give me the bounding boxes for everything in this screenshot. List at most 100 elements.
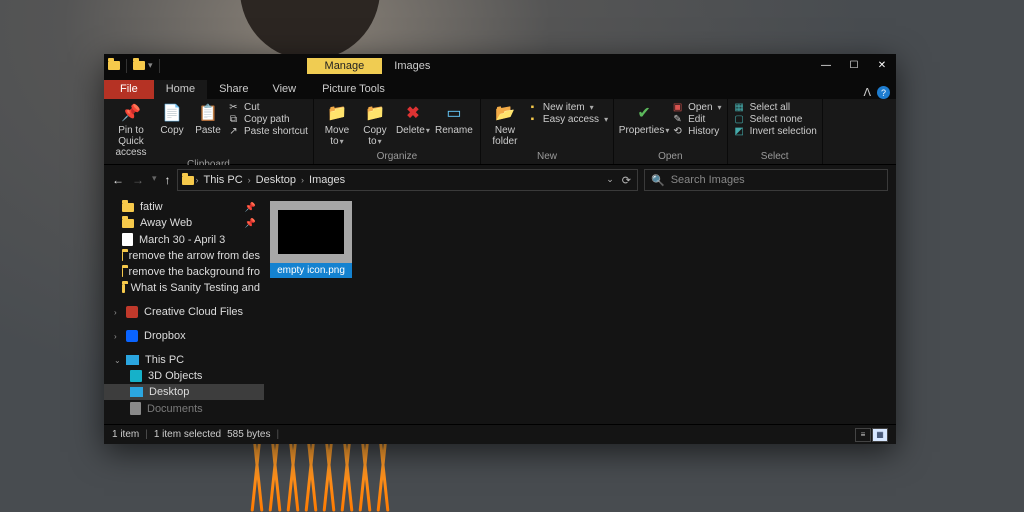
group-label: Select [733, 150, 817, 163]
document-icon [122, 233, 133, 246]
ribbon-group-clipboard: 📌Pin to Quick access 📄Copy 📋Paste ✂Cut ⧉… [104, 99, 314, 164]
ribbon-group-select: ▦Select all ▢Select none ◩Invert selecti… [728, 99, 823, 164]
tab-file[interactable]: File [104, 80, 154, 99]
paste-shortcut-button[interactable]: ↗Paste shortcut [227, 126, 308, 137]
navigation-pane[interactable]: fatiw📌 Away Web📌 March 30 - April 3 remo… [104, 195, 264, 424]
ribbon-group-new: 📂New folder ▪New item▾ ▪Easy access▾ New [481, 99, 614, 164]
document-icon [130, 402, 141, 415]
edit-button[interactable]: ✎Edit [671, 114, 721, 125]
explorer-window: ▾ Manage Images ― ☐ ✕ File Home Share Vi… [104, 54, 896, 444]
status-selected: 1 item selected [154, 429, 221, 440]
context-tab-label: Manage [307, 58, 383, 74]
desktop-icon [130, 387, 143, 397]
group-label: Open [619, 150, 721, 163]
explorer-body: fatiw📌 Away Web📌 March 30 - April 3 remo… [104, 195, 896, 424]
new-item-button[interactable]: ▪New item▾ [526, 102, 608, 113]
close-button[interactable]: ✕ [868, 54, 896, 77]
sidebar-item[interactable]: remove the background fro [104, 264, 264, 280]
tab-view[interactable]: View [260, 80, 308, 99]
window-icon [108, 61, 120, 70]
sidebar-item[interactable]: remove the arrow from des [104, 248, 264, 264]
ribbon-group-organize: 📁Move to▾ 📁Copy to▾ ✖Delete▾ ▭Rename Org… [314, 99, 481, 164]
tab-home[interactable]: Home [154, 80, 207, 99]
group-label: New [486, 150, 608, 163]
help-icon[interactable]: ? [877, 86, 890, 99]
ribbon: 📌Pin to Quick access 📄Copy 📋Paste ✂Cut ⧉… [104, 99, 896, 165]
refresh-icon[interactable]: ⟳ [622, 174, 631, 187]
objects3d-icon [130, 370, 142, 382]
status-bar: 1 item | 1 item selected 585 bytes | ≡ ▦ [104, 424, 896, 444]
dropbox-icon [126, 330, 138, 342]
collapse-ribbon-icon[interactable]: ᐱ [863, 86, 871, 99]
easy-access-button[interactable]: ▪Easy access▾ [526, 114, 608, 125]
move-to-button[interactable]: 📁Move to▾ [319, 101, 355, 147]
nav-forward-button[interactable]: → [132, 173, 144, 187]
titlebar[interactable]: ▾ Manage Images ― ☐ ✕ [104, 54, 896, 77]
view-details-button[interactable]: ≡ [855, 428, 871, 442]
sidebar-documents[interactable]: Documents [104, 400, 264, 417]
copy-path-icon: ⧉ [227, 114, 240, 125]
creative-cloud-icon [126, 306, 138, 318]
delete-button[interactable]: ✖Delete▾ [395, 101, 431, 136]
address-bar[interactable]: › This PC › Desktop › Images ⌄ ⟳ [177, 169, 638, 191]
rename-button[interactable]: ▭Rename [433, 101, 475, 136]
view-icons-button[interactable]: ▦ [872, 428, 888, 442]
shortcut-icon: ↗ [227, 126, 240, 137]
sidebar-item[interactable]: fatiw📌 [104, 199, 264, 215]
copy-button[interactable]: 📄Copy [155, 101, 189, 136]
sidebar-dropbox[interactable]: ›Dropbox [104, 328, 264, 344]
search-input[interactable]: 🔍 Search Images [644, 169, 888, 191]
tab-picture-tools[interactable]: Picture Tools [310, 80, 397, 99]
breadcrumb-segment[interactable]: This PC [201, 174, 246, 186]
sidebar-desktop[interactable]: Desktop [104, 384, 264, 400]
copy-path-button[interactable]: ⧉Copy path [227, 114, 308, 125]
select-none-button[interactable]: ▢Select none [733, 114, 817, 125]
invert-selection-button[interactable]: ◩Invert selection [733, 126, 817, 137]
ribbon-group-open: ✔Properties▾ ▣Open▾ ✎Edit ⟲History Open [614, 99, 727, 164]
sidebar-item[interactable]: March 30 - April 3 [104, 231, 264, 248]
ribbon-tabs: File Home Share View Picture Tools ᐱ ? [104, 77, 896, 99]
select-none-icon: ▢ [733, 114, 746, 125]
sidebar-item[interactable]: Away Web📌 [104, 215, 264, 231]
tab-share[interactable]: Share [207, 80, 260, 99]
address-bar-row: ← → ▾ ↑ › This PC › Desktop › Images ⌄ ⟳… [104, 165, 896, 195]
properties-button[interactable]: ✔Properties▾ [619, 101, 669, 136]
wallpaper-bulb [240, 0, 380, 60]
paste-button[interactable]: 📋Paste [191, 101, 225, 136]
nav-recent-button[interactable]: ▾ [152, 173, 157, 187]
file-thumbnail [270, 201, 352, 263]
pin-quick-access-button[interactable]: 📌Pin to Quick access [109, 101, 153, 158]
breadcrumb-segment[interactable]: Images [306, 174, 348, 186]
pc-icon [126, 355, 139, 365]
easy-access-icon: ▪ [526, 114, 539, 125]
pin-icon: 📌 [245, 218, 256, 229]
edit-icon: ✎ [671, 114, 684, 125]
folder-icon [122, 203, 134, 212]
sidebar-3d-objects[interactable]: 3D Objects [104, 368, 264, 384]
location-icon [182, 176, 194, 185]
cut-button[interactable]: ✂Cut [227, 102, 308, 113]
qat-icon[interactable] [133, 61, 145, 70]
nav-up-button[interactable]: ↑ [165, 173, 171, 187]
sidebar-this-pc[interactable]: ⌄This PC [104, 352, 264, 368]
status-count: 1 item [112, 429, 139, 440]
sidebar-creative-cloud[interactable]: ›Creative Cloud Files [104, 304, 264, 320]
nav-back-button[interactable]: ← [112, 173, 124, 187]
new-item-icon: ▪ [526, 102, 539, 113]
file-item[interactable]: empty icon.png [270, 201, 352, 278]
open-button[interactable]: ▣Open▾ [671, 102, 721, 113]
minimize-button[interactable]: ― [812, 54, 840, 77]
sidebar-item[interactable]: What is Sanity Testing and [104, 280, 264, 296]
new-folder-button[interactable]: 📂New folder [486, 101, 524, 147]
address-dropdown-icon[interactable]: ⌄ [606, 174, 614, 187]
folder-icon [122, 284, 125, 293]
invert-selection-icon: ◩ [733, 126, 746, 137]
select-all-button[interactable]: ▦Select all [733, 102, 817, 113]
history-button[interactable]: ⟲History [671, 126, 721, 137]
content-pane[interactable]: empty icon.png [264, 195, 896, 424]
history-icon: ⟲ [671, 126, 684, 137]
status-size: 585 bytes [227, 429, 270, 440]
copy-to-button[interactable]: 📁Copy to▾ [357, 101, 393, 147]
maximize-button[interactable]: ☐ [840, 54, 868, 77]
breadcrumb-segment[interactable]: Desktop [253, 174, 299, 186]
